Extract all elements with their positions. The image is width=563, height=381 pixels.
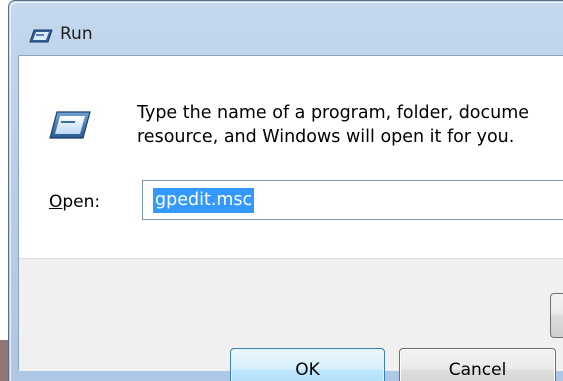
open-input-value[interactable]: gpedit.msc <box>153 188 255 213</box>
screenshot: Run Type the name of a program, folder, … <box>0 0 563 381</box>
run-icon <box>29 29 53 43</box>
instructions-line-1: Type the name of a program, folder, docu… <box>137 103 530 123</box>
title-bar[interactable]: Run <box>9 1 563 51</box>
dialog-client-area: Type the name of a program, folder, docu… <box>18 55 563 381</box>
dialog-instructions: Type the name of a program, folder, docu… <box>137 101 563 149</box>
open-label: Open: <box>49 192 100 212</box>
instructions-line-2: resource, and Windows will open it for y… <box>137 127 515 147</box>
open-label-text: pen: <box>62 192 101 212</box>
ok-button[interactable]: OK <box>230 348 385 381</box>
browse-button[interactable] <box>550 293 563 338</box>
dialog-button-bar: OK Cancel <box>19 258 563 381</box>
dialog-content: Type the name of a program, folder, docu… <box>19 56 563 258</box>
run-dialog-window: Run Type the name of a program, folder, … <box>8 0 563 381</box>
window-title: Run <box>60 24 93 44</box>
open-label-mnemonic: O <box>49 192 63 212</box>
background-edge <box>0 340 8 381</box>
cancel-button[interactable]: Cancel <box>399 348 556 381</box>
open-combobox-input[interactable]: gpedit.msc <box>142 180 563 220</box>
run-icon <box>49 111 91 139</box>
